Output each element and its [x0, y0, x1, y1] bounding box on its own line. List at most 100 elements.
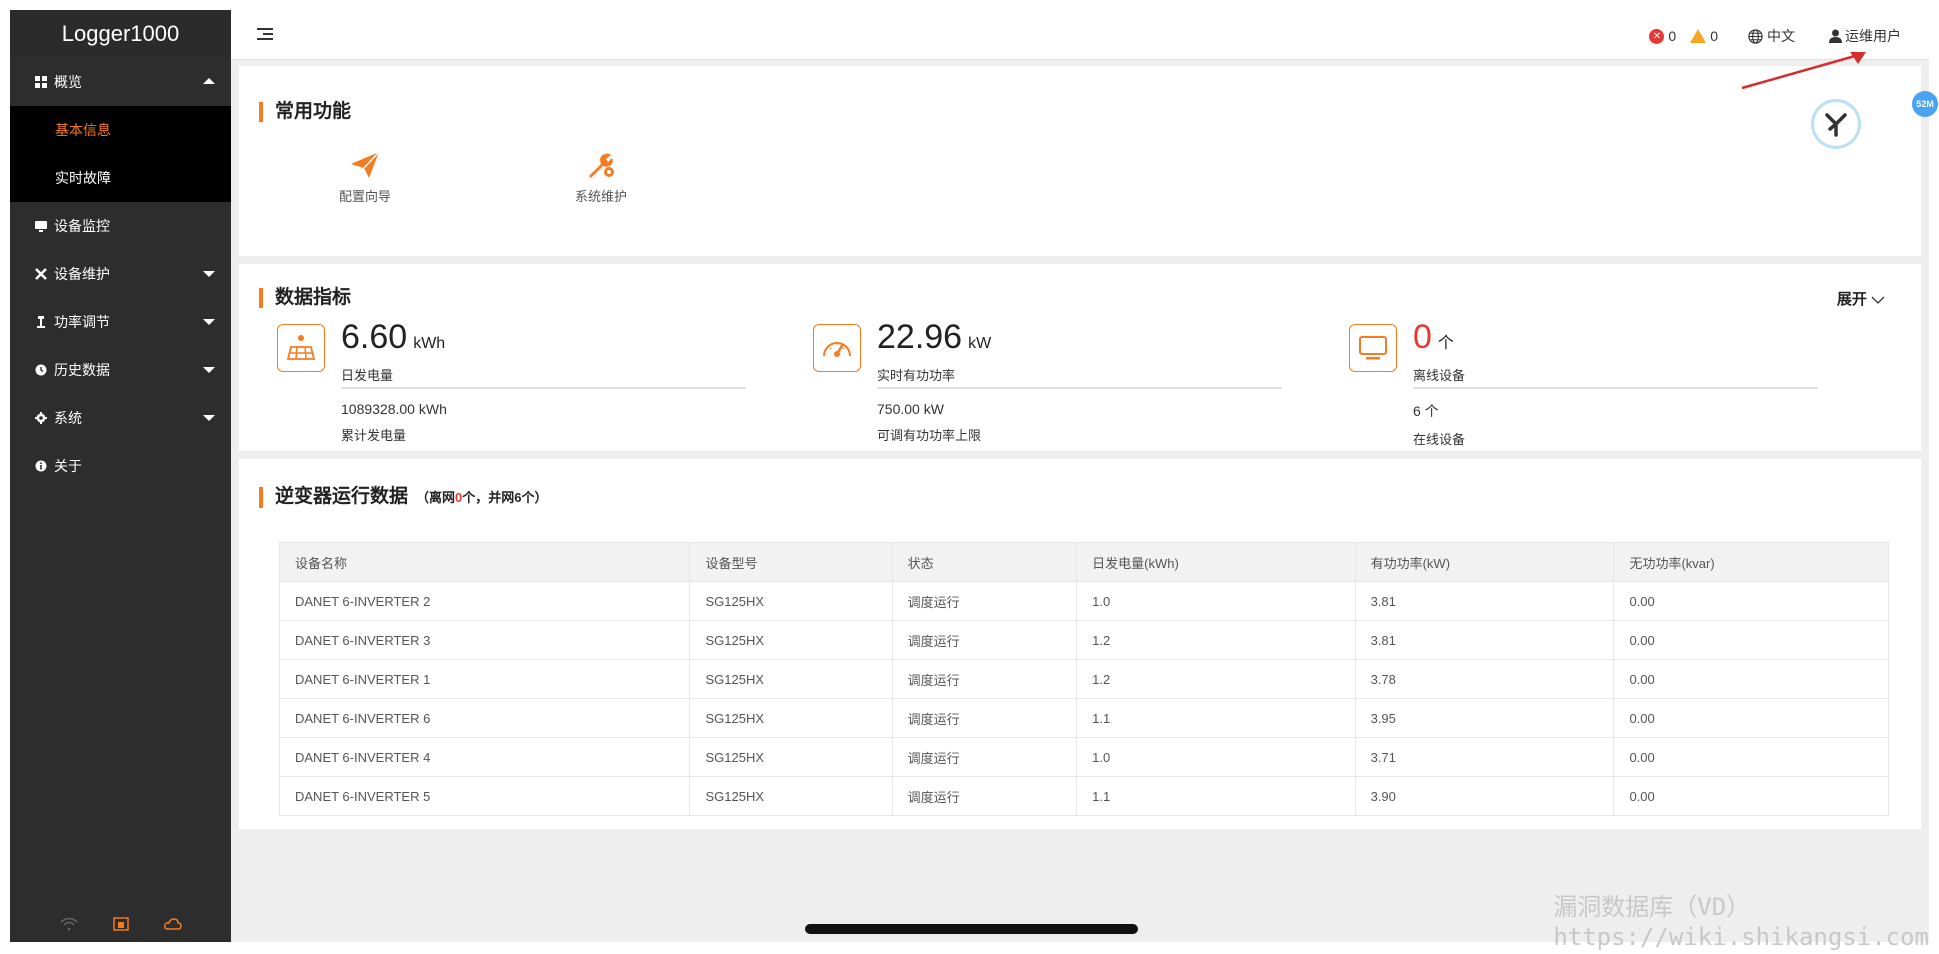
user-menu[interactable]: 运维用户: [1845, 26, 1901, 46]
cell: 调度运行: [891, 581, 1078, 621]
watermark-line: 漏洞数据库（VD）: [1553, 893, 1751, 921]
cell: DANET 6-INVERTER 2: [278, 581, 691, 621]
info-icon: [34, 459, 48, 473]
sidebar-item-label: 历史数据: [54, 362, 110, 378]
metric-sub-label: 累计发电量: [341, 428, 407, 443]
sidebar-item-about[interactable]: 关于: [10, 442, 231, 490]
column-header: 状态: [891, 542, 1078, 582]
table-header-row: 设备名称 设备型号 状态 日发电量(kWh) 有功功率(kW) 无功功率(kva…: [278, 542, 1889, 582]
metric-label: 实时有功功率: [877, 362, 1282, 389]
user-icon[interactable]: [1829, 29, 1842, 43]
system-maintenance-button[interactable]: 系统维护: [541, 150, 661, 205]
chevron-up-icon: [203, 78, 215, 84]
table-row[interactable]: DANET 6-INVERTER 2 SG125HX 调度运行 1.0 3.81 0.00: [278, 581, 1889, 621]
sidebar-item-label: 关于: [54, 458, 82, 474]
cell: 3.71: [1354, 737, 1615, 777]
metric-value: 22.96 kW: [877, 318, 992, 356]
table-row[interactable]: DANET 6-INVERTER 1 SG125HX 调度运行 1.2 3.78 0.00: [278, 659, 1889, 699]
station-icon: [111, 916, 131, 932]
error-count[interactable]: 0: [1668, 28, 1676, 44]
cell: SG125HX: [689, 698, 893, 738]
cell: 0.00: [1613, 659, 1889, 699]
metric-sub-value: 6 个: [1413, 403, 1439, 419]
cell: 1.2: [1076, 659, 1356, 699]
watermark: 漏洞数据库（VD） https://wiki.shikangsi.com: [1553, 892, 1929, 952]
sidebar-item-device-maintenance[interactable]: 设备维护: [10, 250, 231, 298]
metric-sub-value: 750.00 kW: [877, 401, 944, 417]
sidebar-item-label: 设备监控: [54, 218, 110, 234]
table-row[interactable]: DANET 6-INVERTER 3 SG125HX 调度运行 1.2 3.81 0.00: [278, 620, 1889, 660]
table-row[interactable]: DANET 6-INVERTER 6 SG125HX 调度运行 1.1 3.95 0.00: [278, 698, 1889, 738]
chevron-down-icon: [203, 415, 215, 421]
metric-label: 日发电量: [341, 362, 746, 389]
sidebar-item-overview[interactable]: 概览: [10, 58, 231, 106]
cell: 0.00: [1613, 776, 1889, 816]
overview-submenu: 基本信息 实时故障: [10, 106, 231, 202]
expand-label: 展开: [1836, 291, 1867, 308]
cell: 3.81: [1354, 581, 1615, 621]
inverter-title: 逆变器运行数据: [275, 486, 409, 507]
cell: 0.00: [1613, 737, 1889, 777]
metric-value: 6.60 kWh: [341, 318, 446, 356]
cell: 1.1: [1076, 776, 1356, 816]
table-row[interactable]: DANET 6-INVERTER 5 SG125HX 调度运行 1.1 3.90 0.00: [278, 776, 1889, 816]
warning-count[interactable]: 0: [1710, 28, 1718, 44]
data-indicators-card: 数据指标 展开 6.60 kWh 日发电量 1089328.00 kWh 累计发电…: [239, 264, 1921, 451]
inverter-table: 设备名称 设备型号 状态 日发电量(kWh) 有功功率(kW) 无功功率(kva…: [278, 542, 1889, 816]
expand-toggle[interactable]: 展开: [1837, 288, 1885, 309]
top-bar: ✕ 0 0 中文 运维用户: [231, 10, 1929, 60]
section-title: 数据指标: [259, 288, 351, 308]
submenu-basic-info[interactable]: 基本信息: [10, 106, 231, 154]
gauge-icon: [813, 324, 861, 372]
cell: 调度运行: [891, 620, 1078, 660]
chevron-down-icon: [203, 319, 215, 325]
cell: DANET 6-INVERTER 4: [278, 737, 691, 777]
menu-collapse-icon[interactable]: [257, 28, 273, 42]
display-icon: [1349, 324, 1397, 372]
metric-sub-label: 在线设备: [1413, 432, 1466, 447]
cell: 3.78: [1354, 659, 1615, 699]
sidebar-item-device-monitor[interactable]: 设备监控: [10, 202, 231, 250]
cell: 调度运行: [891, 659, 1078, 699]
cell: 1.0: [1076, 581, 1356, 621]
column-header: 无功功率(kvar): [1613, 542, 1889, 582]
chevron-down-icon: [203, 271, 215, 277]
cell: SG125HX: [689, 620, 893, 660]
column-header: 设备型号: [689, 542, 893, 582]
config-wizard-button[interactable]: 配置向导: [305, 150, 425, 205]
watermark-line: https://wiki.shikangsi.com: [1553, 923, 1929, 951]
cell: 0.00: [1613, 581, 1889, 621]
clock-icon: [34, 363, 48, 377]
sidebar-item-power-adjust[interactable]: 功率调节: [10, 298, 231, 346]
solar-panel-icon: [277, 324, 325, 372]
sidebar-item-label: 系统: [54, 410, 82, 426]
quick-label: 系统维护: [574, 189, 627, 204]
metric-sub-label: 可调有功功率上限: [877, 428, 982, 443]
cell: 3.90: [1354, 776, 1615, 816]
sidebar-item-label: 设备维护: [54, 266, 110, 282]
column-header: 日发电量(kWh): [1076, 542, 1356, 582]
cell: SG125HX: [689, 659, 893, 699]
sidebar-item-history[interactable]: 历史数据: [10, 346, 231, 394]
error-icon[interactable]: ✕: [1649, 28, 1665, 44]
cell: SG125HX: [689, 776, 893, 816]
cell: 0.00: [1613, 620, 1889, 660]
cell: DANET 6-INVERTER 1: [278, 659, 691, 699]
gear-icon: [34, 411, 48, 425]
language-select[interactable]: 中文: [1767, 26, 1795, 46]
sidebar-item-system[interactable]: 系统: [10, 394, 231, 442]
cell: DANET 6-INVERTER 6: [278, 698, 691, 738]
wifi-icon: [59, 916, 79, 932]
memory-badge[interactable]: 52M: [1912, 91, 1938, 117]
sidebar-footer: [10, 916, 231, 932]
submenu-realtime-faults[interactable]: 实时故障: [10, 154, 231, 202]
cell: 1.2: [1076, 620, 1356, 660]
quick-functions-card: 常用功能 配置向导 系统维护: [239, 66, 1921, 256]
assistant-logo-icon[interactable]: [1811, 99, 1861, 149]
cell: 3.95: [1354, 698, 1615, 738]
globe-icon[interactable]: [1748, 28, 1763, 44]
home-indicator: [805, 924, 1138, 934]
table-row[interactable]: DANET 6-INVERTER 4 SG125HX 调度运行 1.0 3.71 0.00: [278, 737, 1889, 777]
warning-icon[interactable]: [1690, 29, 1707, 43]
section-title: 逆变器运行数据 （离网0个，并网6个）: [259, 487, 548, 508]
